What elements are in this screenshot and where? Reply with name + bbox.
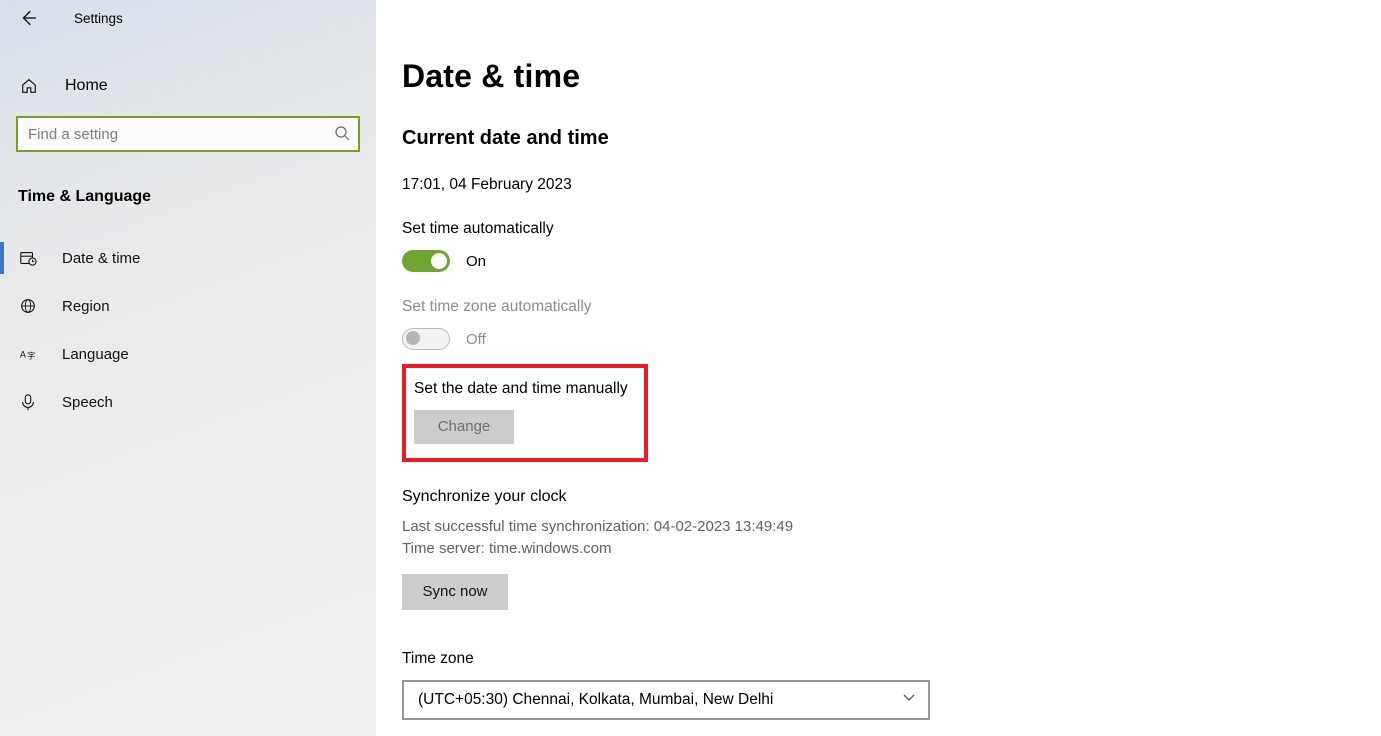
page-title: Date & time xyxy=(402,58,1381,95)
home-nav[interactable]: Home xyxy=(0,76,376,96)
sync-now-button[interactable]: Sync now xyxy=(402,574,508,610)
calendar-clock-icon xyxy=(18,248,38,268)
main-content: Date & time Current date and time 17:01,… xyxy=(376,0,1381,736)
search-input[interactable] xyxy=(16,116,360,152)
timezone-label: Time zone xyxy=(402,650,1381,668)
nav-item-speech[interactable]: Speech xyxy=(0,378,376,426)
auto-time-toggle[interactable] xyxy=(402,250,450,272)
home-label: Home xyxy=(65,77,108,95)
manual-time-highlight: Set the date and time manually Change xyxy=(402,364,648,462)
home-icon xyxy=(19,76,39,96)
current-date-heading: Current date and time xyxy=(402,127,1381,150)
auto-zone-toggle xyxy=(402,328,450,350)
timezone-select[interactable]: (UTC+05:30) Chennai, Kolkata, Mumbai, Ne… xyxy=(402,680,930,720)
settings-sidebar: Settings Home Time & Language Date & tim… xyxy=(0,0,376,736)
nav-item-date-time[interactable]: Date & time xyxy=(0,234,376,282)
nav-label: Speech xyxy=(62,394,113,411)
chevron-down-icon xyxy=(902,690,916,709)
nav-label: Region xyxy=(62,298,110,315)
nav-item-region[interactable]: Region xyxy=(0,282,376,330)
timezone-value: (UTC+05:30) Chennai, Kolkata, Mumbai, Ne… xyxy=(418,691,773,709)
microphone-icon xyxy=(18,392,38,412)
svg-text:A: A xyxy=(20,350,26,360)
language-icon: A字 xyxy=(18,344,38,364)
auto-time-label: Set time automatically xyxy=(402,220,1381,238)
globe-icon xyxy=(18,296,38,316)
auto-zone-label: Set time zone automatically xyxy=(402,298,1381,316)
svg-text:字: 字 xyxy=(27,351,35,361)
search-wrapper xyxy=(16,116,360,152)
header-row: Settings xyxy=(0,0,376,36)
nav-label: Date & time xyxy=(62,250,140,267)
nav-list: Date & time Region A字 Language Speech xyxy=(0,234,376,426)
sync-last-line: Last successful time synchronization: 04… xyxy=(402,516,1381,538)
back-icon[interactable] xyxy=(18,8,38,28)
auto-zone-state: Off xyxy=(466,331,486,348)
nav-item-language[interactable]: A字 Language xyxy=(0,330,376,378)
auto-time-state: On xyxy=(466,253,486,270)
sync-heading: Synchronize your clock xyxy=(402,488,1381,506)
nav-label: Language xyxy=(62,346,129,363)
manual-time-label: Set the date and time manually xyxy=(414,380,632,398)
current-date-value: 17:01, 04 February 2023 xyxy=(402,176,1381,194)
sync-server-line: Time server: time.windows.com xyxy=(402,538,1381,560)
app-title: Settings xyxy=(74,11,123,26)
change-button: Change xyxy=(414,410,514,444)
sync-info: Last successful time synchronization: 04… xyxy=(402,516,1381,560)
section-title: Time & Language xyxy=(18,188,376,206)
